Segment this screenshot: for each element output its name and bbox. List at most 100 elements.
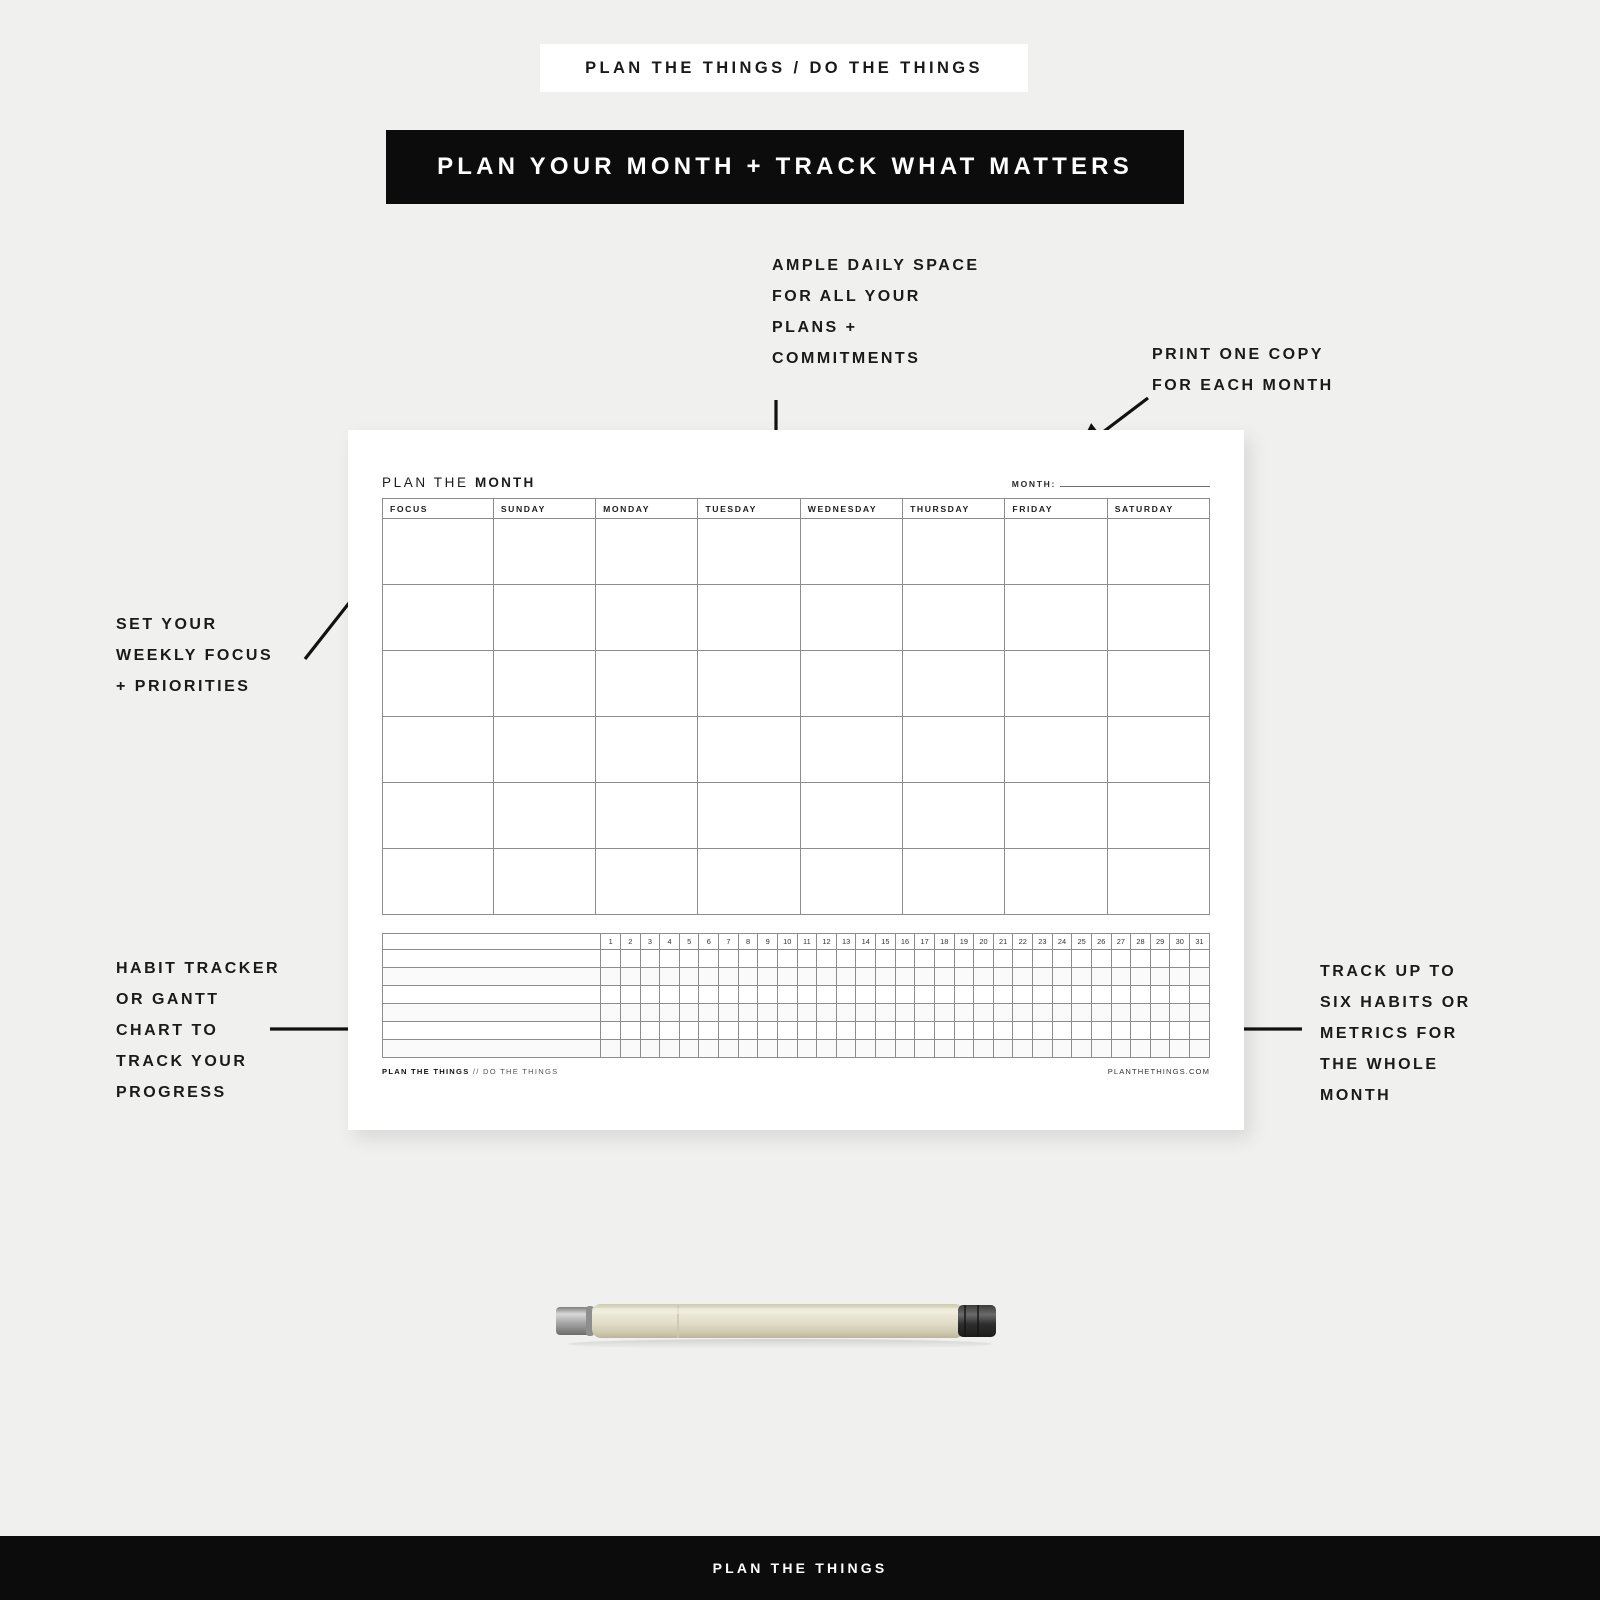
tracker-tick-cell[interactable]: [835, 985, 857, 1004]
tracker-tick-cell[interactable]: [1189, 949, 1210, 968]
tracker-tick-cell[interactable]: [678, 1039, 700, 1058]
tracker-tick-cell[interactable]: [953, 1039, 975, 1058]
calendar-day-cell[interactable]: [799, 518, 904, 585]
tracker-tick-cell[interactable]: [1130, 1003, 1151, 1022]
tracker-tick-cell[interactable]: [796, 1039, 818, 1058]
tracker-tick-cell[interactable]: [875, 967, 896, 986]
calendar-day-cell[interactable]: [595, 782, 699, 849]
tracker-tick-cell[interactable]: [1071, 1039, 1092, 1058]
tracker-tick-cell[interactable]: [1051, 967, 1073, 986]
tracker-tick-cell[interactable]: [953, 1021, 975, 1040]
tracker-tick-cell[interactable]: [776, 1003, 798, 1022]
tracker-tick-cell[interactable]: [1130, 1021, 1151, 1040]
tracker-tick-cell[interactable]: [894, 1003, 916, 1022]
tracker-tick-cell[interactable]: [933, 1039, 955, 1058]
tracker-tick-cell[interactable]: [1090, 985, 1112, 1004]
tracker-tick-cell[interactable]: [1051, 1003, 1073, 1022]
tracker-tick-cell[interactable]: [894, 967, 916, 986]
tracker-tick-cell[interactable]: [933, 949, 955, 968]
tracker-tick-cell[interactable]: [1189, 1039, 1210, 1058]
tracker-tick-cell[interactable]: [639, 1039, 661, 1058]
calendar-focus-cell[interactable]: [382, 584, 494, 651]
calendar-day-cell[interactable]: [492, 782, 597, 849]
tracker-tick-cell[interactable]: [619, 1003, 641, 1022]
tracker-tick-cell[interactable]: [659, 1039, 680, 1058]
tracker-tick-cell[interactable]: [914, 1039, 935, 1058]
calendar-day-cell[interactable]: [1004, 716, 1108, 783]
tracker-tick-cell[interactable]: [776, 1021, 798, 1040]
calendar-day-cell[interactable]: [1004, 584, 1108, 651]
tracker-tick-cell[interactable]: [737, 1003, 759, 1022]
tracker-tick-cell[interactable]: [698, 1039, 720, 1058]
calendar-day-cell[interactable]: [902, 584, 1006, 651]
tracker-tick-cell[interactable]: [1071, 949, 1092, 968]
tracker-tick-cell[interactable]: [1032, 985, 1053, 1004]
tracker-tick-cell[interactable]: [1012, 967, 1034, 986]
calendar-day-cell[interactable]: [902, 650, 1006, 717]
calendar-day-cell[interactable]: [1004, 518, 1108, 585]
tracker-tick-cell[interactable]: [1130, 949, 1151, 968]
tracker-tick-cell[interactable]: [1032, 1021, 1053, 1040]
calendar-day-cell[interactable]: [595, 518, 699, 585]
tracker-tick-cell[interactable]: [796, 985, 818, 1004]
tracker-tick-cell[interactable]: [718, 1003, 739, 1022]
tracker-tick-cell[interactable]: [698, 985, 720, 1004]
tracker-tick-cell[interactable]: [1169, 949, 1191, 968]
tracker-tick-cell[interactable]: [1169, 985, 1191, 1004]
tracker-tick-cell[interactable]: [816, 1003, 837, 1022]
calendar-day-cell[interactable]: [1106, 848, 1211, 915]
tracker-tick-cell[interactable]: [1032, 1003, 1053, 1022]
tracker-tick-cell[interactable]: [855, 1039, 877, 1058]
tracker-tick-cell[interactable]: [639, 1021, 661, 1040]
tracker-tick-cell[interactable]: [737, 1039, 759, 1058]
tracker-habit-label-cell[interactable]: [381, 967, 602, 986]
tracker-tick-cell[interactable]: [992, 967, 1014, 986]
tracker-tick-cell[interactable]: [914, 1021, 935, 1040]
tracker-tick-cell[interactable]: [1189, 985, 1210, 1004]
tracker-tick-cell[interactable]: [757, 985, 778, 1004]
tracker-tick-cell[interactable]: [718, 1021, 739, 1040]
tracker-tick-cell[interactable]: [1169, 1021, 1191, 1040]
tracker-tick-cell[interactable]: [855, 967, 877, 986]
tracker-tick-cell[interactable]: [600, 1003, 621, 1022]
tracker-tick-cell[interactable]: [1189, 967, 1210, 986]
tracker-tick-cell[interactable]: [1149, 1003, 1171, 1022]
tracker-habit-label-cell[interactable]: [381, 949, 602, 968]
tracker-tick-cell[interactable]: [776, 949, 798, 968]
calendar-day-cell[interactable]: [697, 584, 801, 651]
tracker-tick-cell[interactable]: [973, 949, 994, 968]
tracker-tick-cell[interactable]: [698, 949, 720, 968]
tracker-tick-cell[interactable]: [953, 967, 975, 986]
tracker-tick-cell[interactable]: [776, 985, 798, 1004]
tracker-tick-cell[interactable]: [1051, 985, 1073, 1004]
calendar-day-cell[interactable]: [595, 650, 699, 717]
tracker-tick-cell[interactable]: [639, 1003, 661, 1022]
tracker-tick-cell[interactable]: [1032, 1039, 1053, 1058]
tracker-tick-cell[interactable]: [835, 1003, 857, 1022]
calendar-day-cell[interactable]: [799, 848, 904, 915]
tracker-tick-cell[interactable]: [875, 1039, 896, 1058]
tracker-tick-cell[interactable]: [698, 1021, 720, 1040]
calendar-day-cell[interactable]: [1004, 650, 1108, 717]
tracker-tick-cell[interactable]: [1090, 1003, 1112, 1022]
calendar-day-cell[interactable]: [1106, 584, 1211, 651]
tracker-tick-cell[interactable]: [1090, 967, 1112, 986]
calendar-day-cell[interactable]: [902, 518, 1006, 585]
tracker-tick-cell[interactable]: [718, 985, 739, 1004]
tracker-tick-cell[interactable]: [678, 1003, 700, 1022]
tracker-tick-cell[interactable]: [678, 985, 700, 1004]
tracker-tick-cell[interactable]: [992, 1039, 1014, 1058]
tracker-tick-cell[interactable]: [855, 1003, 877, 1022]
tracker-tick-cell[interactable]: [678, 967, 700, 986]
calendar-day-cell[interactable]: [1106, 782, 1211, 849]
tracker-tick-cell[interactable]: [1032, 949, 1053, 968]
tracker-tick-cell[interactable]: [1012, 1003, 1034, 1022]
calendar-day-cell[interactable]: [697, 782, 801, 849]
tracker-tick-cell[interactable]: [698, 967, 720, 986]
calendar-day-cell[interactable]: [799, 584, 904, 651]
tracker-tick-cell[interactable]: [659, 1003, 680, 1022]
tracker-tick-cell[interactable]: [678, 1021, 700, 1040]
tracker-tick-cell[interactable]: [953, 949, 975, 968]
tracker-tick-cell[interactable]: [914, 949, 935, 968]
tracker-tick-cell[interactable]: [914, 985, 935, 1004]
